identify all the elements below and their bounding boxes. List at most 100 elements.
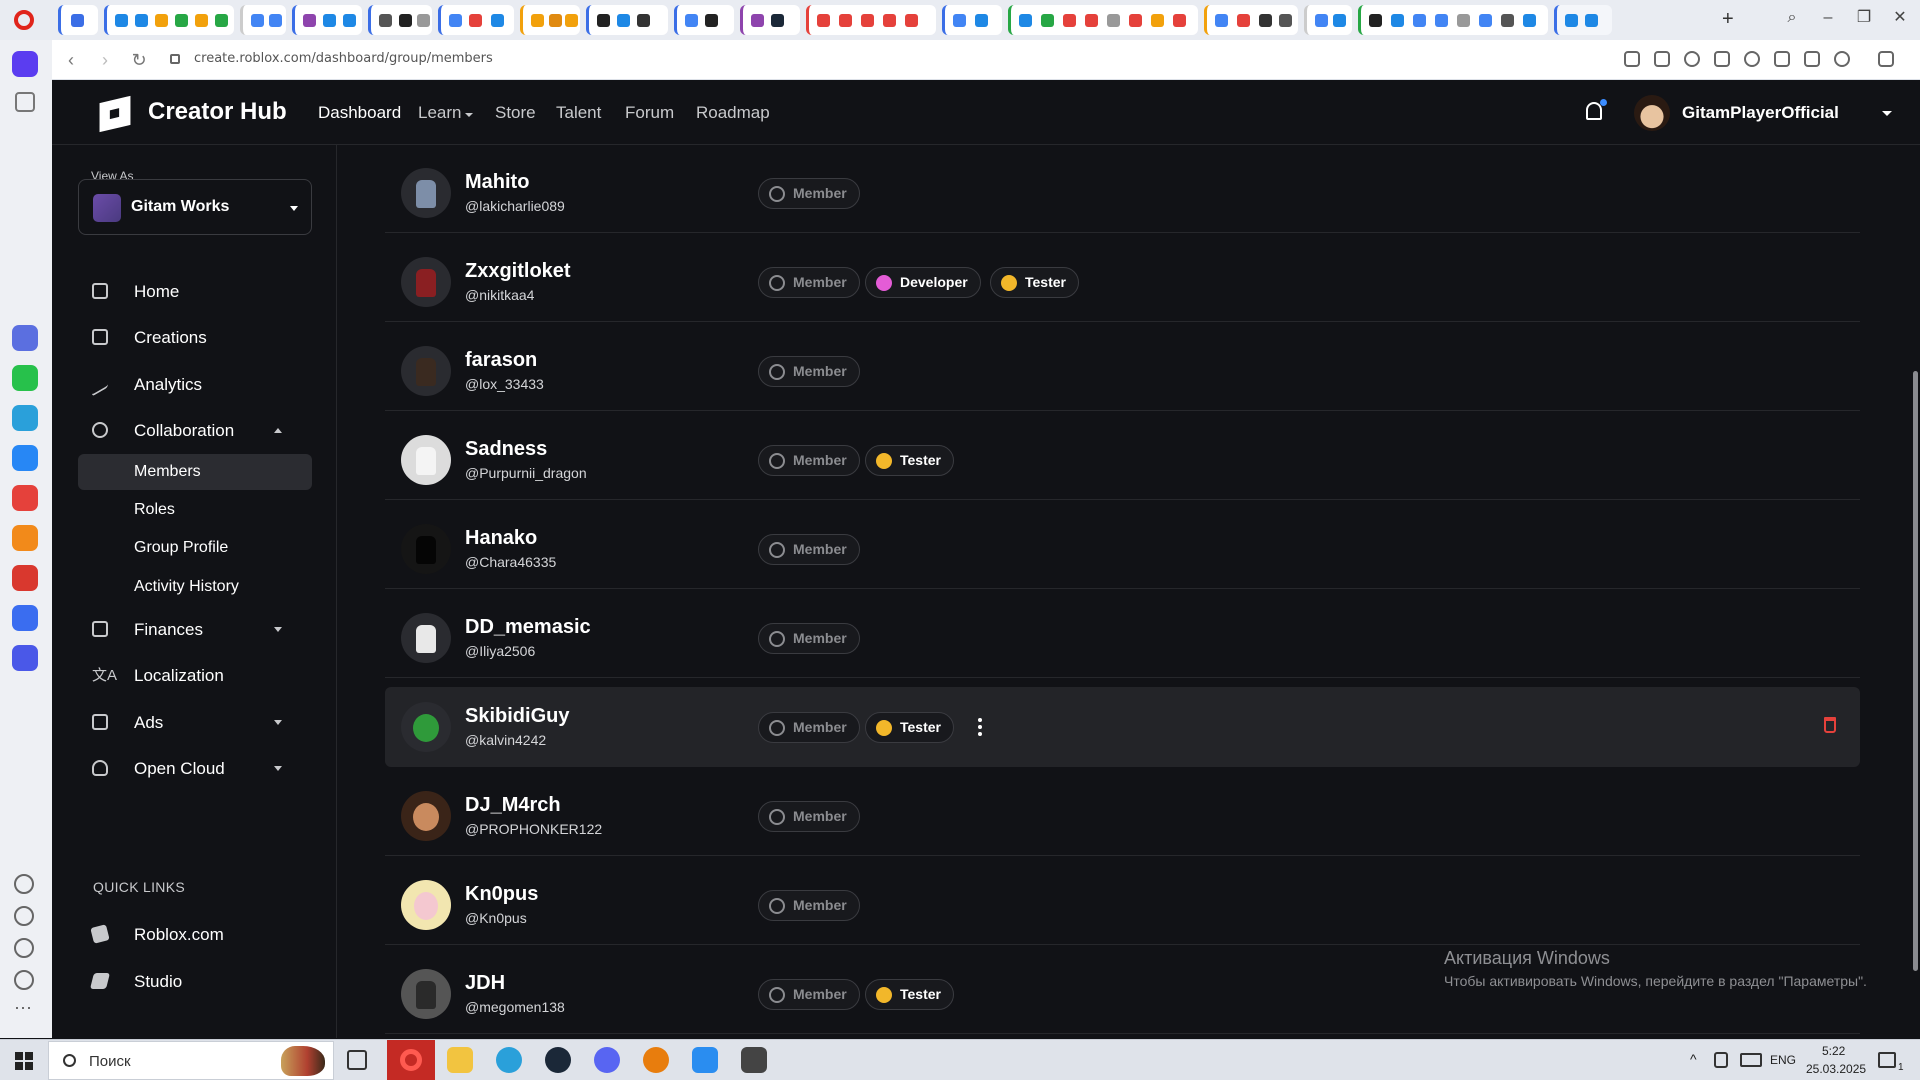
close-window-button[interactable]: ✕ (1888, 8, 1912, 28)
tab-group[interactable] (520, 5, 580, 35)
tab-group[interactable] (368, 5, 432, 35)
restore-button[interactable]: ❐ (1852, 8, 1876, 28)
vk-icon[interactable] (12, 445, 38, 471)
telegram-icon[interactable] (12, 405, 38, 431)
avatar[interactable] (401, 168, 451, 218)
tab-group[interactable] (1008, 5, 1198, 35)
tab-group[interactable] (942, 5, 1002, 35)
play-icon[interactable] (1714, 51, 1730, 67)
member-name[interactable]: Zxxgitloket (465, 260, 571, 283)
back-button[interactable]: ‹ (60, 49, 82, 71)
yandex-icon[interactable] (12, 485, 38, 511)
nav-forum[interactable]: Forum (625, 103, 674, 123)
avatar[interactable] (401, 524, 451, 574)
app-icon[interactable] (12, 565, 38, 591)
tab[interactable] (240, 5, 286, 35)
sidebar-subitem-roles[interactable]: Roles (78, 492, 312, 528)
search-tabs-icon[interactable]: ⌕ (1780, 8, 1804, 28)
roblox-logo-icon[interactable] (99, 95, 131, 133)
scrollbar-thumb[interactable] (1913, 371, 1918, 971)
menu-icon[interactable] (1804, 51, 1820, 67)
table-row[interactable]: DD_memasic @Iliya2506 Member (385, 598, 1860, 678)
shield-icon[interactable] (1684, 51, 1700, 67)
delete-icon[interactable] (1824, 717, 1836, 733)
view-as-dropdown[interactable]: Gitam Works (78, 179, 312, 235)
aria-icon[interactable] (12, 325, 38, 351)
tab-group[interactable] (104, 5, 234, 35)
scrollbar[interactable] (1911, 145, 1920, 1038)
avatar[interactable] (401, 702, 451, 752)
roblox-studio-icon[interactable] (692, 1047, 718, 1073)
heart-icon[interactable] (1744, 51, 1760, 67)
member-name[interactable]: SkibidiGuy (465, 705, 569, 728)
sidebar-item-open-cloud[interactable]: Open Cloud (78, 750, 312, 786)
tab-active[interactable] (1554, 5, 1612, 35)
meet-now-icon[interactable] (1714, 1052, 1728, 1068)
member-name[interactable]: DJ_M4rch (465, 794, 561, 817)
sidebar-item-creations[interactable]: Creations (78, 319, 312, 355)
keyboard-icon[interactable] (1740, 1053, 1762, 1067)
avatar[interactable] (401, 969, 451, 1019)
sidebar-item-localization[interactable]: 文A Localization (78, 657, 312, 693)
file-explorer-icon[interactable] (447, 1047, 473, 1073)
cube-icon[interactable] (1878, 51, 1894, 67)
settings-gear-icon[interactable] (14, 938, 34, 958)
forward-button[interactable]: › (94, 49, 116, 71)
roblox-player-icon[interactable] (741, 1047, 767, 1073)
telegram-icon[interactable] (496, 1047, 522, 1073)
table-row[interactable]: Zxxgitloket @nikitkaa4 Member Developer … (385, 242, 1860, 322)
avatar[interactable] (401, 257, 451, 307)
table-row[interactable]: Sadness @Purpurnii_dragon Member Tester (385, 420, 1860, 500)
more-icon[interactable]: ··· (14, 998, 34, 1022)
tab-group[interactable] (438, 5, 514, 35)
user-menu-caret-icon[interactable] (1882, 111, 1892, 116)
tab-group[interactable] (1204, 5, 1298, 35)
tab-group[interactable] (586, 5, 668, 35)
avatar[interactable] (401, 880, 451, 930)
blender-icon[interactable] (643, 1047, 669, 1073)
reload-button[interactable]: ↻ (128, 49, 150, 71)
tab-group[interactable] (292, 5, 362, 35)
quick-link-studio[interactable]: Studio (78, 963, 312, 999)
member-name[interactable]: Kn0pus (465, 883, 538, 906)
history-icon[interactable] (14, 906, 34, 926)
member-name[interactable]: farason (465, 349, 537, 372)
sidebar-item-collaboration[interactable]: Collaboration (78, 412, 312, 448)
taskbar-search-input[interactable]: Поиск (48, 1041, 334, 1080)
member-name[interactable]: Mahito (465, 171, 529, 194)
user-name[interactable]: GitamPlayerOfficial (1682, 103, 1839, 123)
tab-group[interactable] (806, 5, 936, 35)
task-view-icon[interactable] (347, 1050, 367, 1070)
new-tab-button[interactable]: + (1722, 8, 1734, 30)
sidebar-subitem-activity-history[interactable]: Activity History (78, 569, 312, 605)
tab[interactable] (58, 5, 98, 35)
table-row[interactable]: SkibidiGuy @kalvin4242 Member Tester (385, 687, 1860, 767)
opera-taskbar-button[interactable] (387, 1040, 435, 1080)
avatar[interactable] (401, 613, 451, 663)
tab-group[interactable] (740, 5, 800, 35)
heart-outline-icon[interactable] (14, 874, 34, 894)
member-name[interactable]: Hanako (465, 527, 537, 550)
clock-time[interactable]: 5:22 (1822, 1044, 1845, 1058)
table-row[interactable]: Hanako @Chara46335 Member (385, 509, 1860, 589)
notifications-icon[interactable] (1878, 1052, 1896, 1068)
music-icon[interactable] (12, 605, 38, 631)
nav-learn[interactable]: Learn (418, 103, 461, 123)
tab-group[interactable] (674, 5, 734, 35)
nav-roadmap[interactable]: Roadmap (696, 103, 770, 123)
workspace-icon[interactable] (12, 51, 38, 77)
avatar[interactable] (401, 435, 451, 485)
sidebar-subitem-group-profile[interactable]: Group Profile (78, 530, 312, 566)
steam-icon[interactable] (545, 1047, 571, 1073)
sidebar-item-home[interactable]: Home (78, 273, 312, 309)
camera-icon[interactable] (1654, 51, 1670, 67)
sidebar-item-analytics[interactable]: Analytics (78, 366, 312, 402)
pinboard-icon[interactable] (15, 92, 35, 112)
download-icon[interactable] (1774, 51, 1790, 67)
whatsapp-icon[interactable] (12, 365, 38, 391)
table-row[interactable]: Kn0pus @Kn0pus Member (385, 865, 1860, 945)
quick-link-roblox[interactable]: Roblox.com (78, 916, 312, 952)
edit-icon[interactable] (1624, 51, 1640, 67)
language-indicator[interactable]: ENG (1770, 1053, 1796, 1067)
table-row[interactable]: Mahito @lakicharlie089 Member (385, 153, 1860, 233)
